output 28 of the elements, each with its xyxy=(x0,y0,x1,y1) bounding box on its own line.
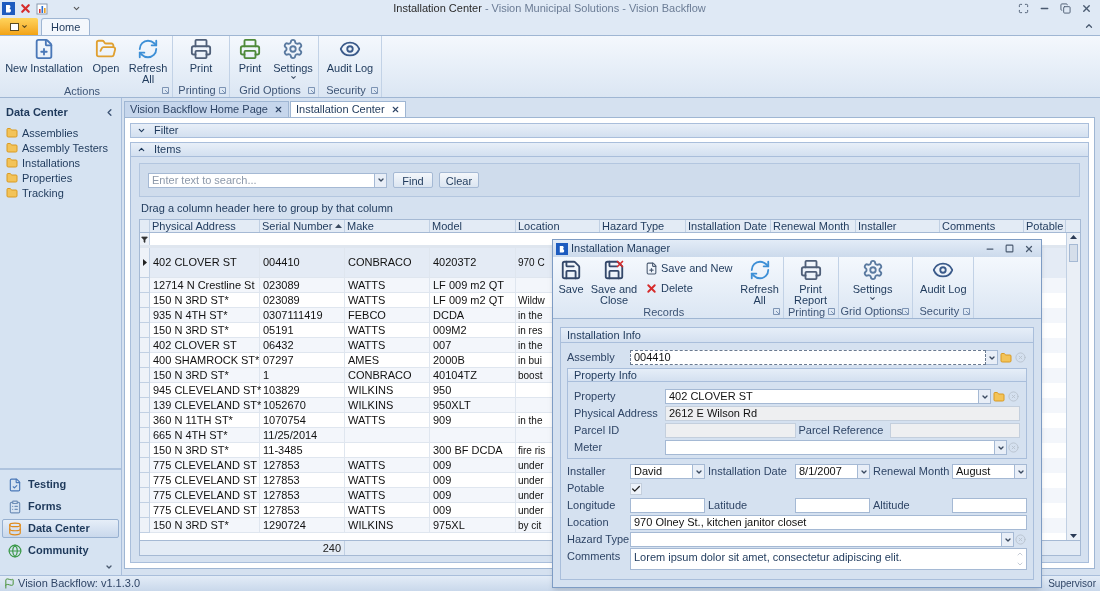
field-label: Parcel Reference xyxy=(798,423,885,439)
field-label: Comments xyxy=(567,549,622,564)
group-by-hint: Drag a column header here to group by that column xyxy=(141,200,393,216)
field-label: Property xyxy=(574,389,617,405)
group-label: Security xyxy=(919,305,960,317)
field-label: Renewal Month xyxy=(873,464,949,480)
group-label: Records xyxy=(643,306,685,318)
group-label: Printing xyxy=(178,84,216,96)
group-label: Printing xyxy=(787,306,826,318)
table-cell: 1290724 xyxy=(260,518,345,533)
window-subtitle: - Vision Municipal Solutions - Vision Backflow xyxy=(484,1,706,17)
field-label: Altitude xyxy=(873,498,911,514)
field-label: Hazard Type xyxy=(567,532,627,548)
table-cell: WILKINS xyxy=(345,518,430,533)
read-only-field: 2612 E Wilson Rd xyxy=(665,406,1020,421)
group-label: Security xyxy=(326,84,366,96)
group-label: Grid Options xyxy=(239,84,301,96)
group-label: Grid Options xyxy=(840,305,903,317)
row-count: 240 xyxy=(322,540,341,556)
user-label: Supervisor xyxy=(1048,577,1096,591)
group-label: Actions xyxy=(63,85,101,97)
field-label: Installation Date xyxy=(708,464,788,480)
table-cell: 975XL xyxy=(430,518,516,533)
field-label: Latitude xyxy=(708,498,749,514)
sidebar-title: Data Center xyxy=(6,105,68,120)
window-title: Installation Center xyxy=(393,1,482,17)
table-cell: 150 N 3RD ST* xyxy=(150,518,260,533)
version-label: Vision Backflow: v1.1.3.0 xyxy=(18,576,141,591)
